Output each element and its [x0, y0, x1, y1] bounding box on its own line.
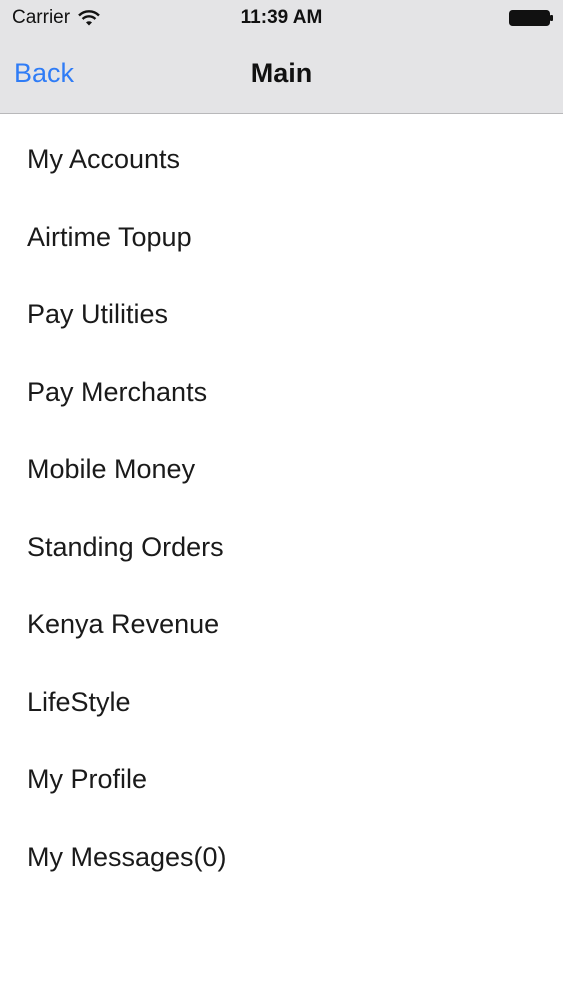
navigation-bar: Back Main: [0, 36, 563, 113]
page-title: Main: [250, 58, 313, 88]
menu-item-label: My Profile: [27, 764, 148, 795]
menu-item-label: Kenya Revenue: [27, 609, 220, 640]
menu-item-my-accounts[interactable]: My Accounts: [0, 121, 563, 199]
menu-item-pay-utilities[interactable]: Pay Utilities: [0, 276, 563, 354]
menu-item-label: Mobile Money: [27, 454, 196, 485]
menu-item-label: My Messages(0): [27, 841, 227, 872]
menu-item-label: My Accounts: [27, 144, 181, 175]
top-bar: Carrier 11:39 AM Back Main: [0, 0, 563, 114]
menu-item-pay-merchants[interactable]: Pay Merchants: [0, 354, 563, 432]
main-menu-list: My Accounts Airtime Topup Pay Utilities …: [0, 121, 563, 896]
menu-item-label: Standing Orders: [27, 531, 224, 562]
menu-item-kenya-revenue[interactable]: Kenya Revenue: [0, 586, 563, 664]
status-bar: Carrier 11:39 AM: [0, 0, 563, 36]
menu-item-my-profile[interactable]: My Profile: [0, 741, 563, 819]
menu-item-label: LifeStyle: [27, 686, 131, 717]
menu-item-standing-orders[interactable]: Standing Orders: [0, 509, 563, 587]
menu-item-label: Pay Utilities: [27, 299, 169, 330]
menu-item-airtime-topup[interactable]: Airtime Topup: [0, 199, 563, 277]
status-time: 11:39 AM: [240, 7, 323, 28]
menu-item-label: Airtime Topup: [27, 221, 192, 252]
menu-item-label: Pay Merchants: [27, 376, 208, 407]
menu-item-mobile-money[interactable]: Mobile Money: [0, 431, 563, 509]
main-screen: Carrier 11:39 AM Back Main My Accounts A…: [0, 0, 563, 1000]
menu-item-lifestyle[interactable]: LifeStyle: [0, 664, 563, 742]
menu-item-my-messages[interactable]: My Messages(0): [0, 819, 563, 897]
battery-icon: [509, 10, 553, 26]
